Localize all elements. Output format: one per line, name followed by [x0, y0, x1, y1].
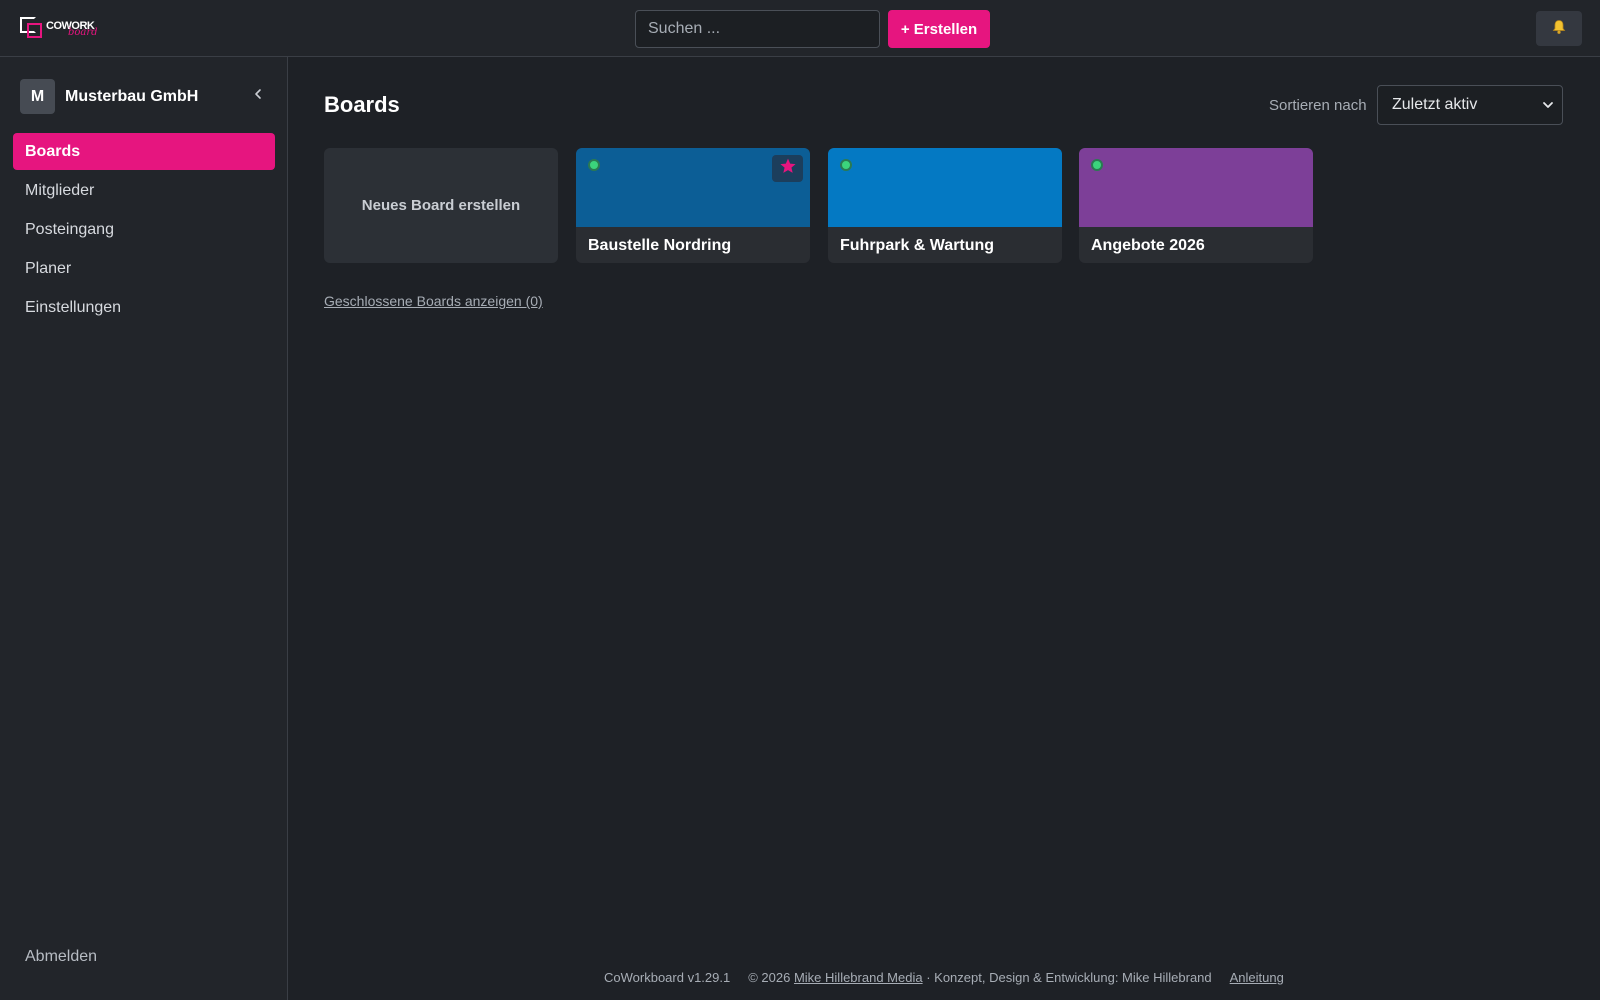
credit-text: · Konzept, Design & Entwicklung: Mike Hi…: [926, 970, 1212, 985]
sidebar-item-boards[interactable]: Boards: [13, 133, 275, 170]
create-button[interactable]: + Erstellen: [888, 10, 990, 48]
board-card[interactable]: Angebote 2026: [1079, 148, 1313, 263]
bell-icon: [1551, 19, 1567, 38]
sort-select[interactable]: Zuletzt aktiv: [1377, 85, 1563, 125]
status-dot-icon: [840, 159, 852, 171]
logo-script: board: [68, 27, 98, 38]
board-name: Fuhrpark & Wartung: [840, 237, 995, 254]
org-name: Musterbau GmbH: [65, 87, 199, 105]
app-version: CoWorkboard v1.29.1: [604, 970, 731, 985]
status-dot-icon: [1091, 159, 1103, 171]
board-cover: [828, 148, 1062, 227]
closed-boards-link[interactable]: Geschlossene Boards anzeigen (0): [324, 293, 543, 309]
star-button[interactable]: [772, 155, 803, 182]
company-link[interactable]: Mike Hillebrand Media: [794, 970, 923, 985]
sidebar: M Musterbau GmbH Boards Mitglieder Poste…: [0, 57, 288, 1000]
sidebar-item-einstellungen[interactable]: Einstellungen: [13, 289, 275, 326]
search-input[interactable]: [635, 10, 880, 48]
board-cover: [1079, 148, 1313, 227]
sort-selected-value: Zuletzt aktiv: [1392, 96, 1478, 113]
sidebar-item-posteingang[interactable]: Posteingang: [13, 211, 275, 248]
board-name: Baustelle Nordring: [588, 237, 732, 254]
collapse-sidebar-button[interactable]: [247, 85, 269, 107]
sidebar-item-mitglieder[interactable]: Mitglieder: [13, 172, 275, 209]
board-name: Angebote 2026: [1091, 237, 1205, 254]
app-logo[interactable]: COWORK board: [20, 16, 98, 40]
guide-link[interactable]: Anleitung: [1230, 970, 1284, 985]
chevron-down-icon: [1542, 98, 1554, 116]
board-card[interactable]: Baustelle Nordring: [576, 148, 810, 263]
status-dot-icon: [588, 159, 600, 171]
sort-label: Sortieren nach: [1269, 97, 1367, 114]
chevron-left-icon: [253, 87, 263, 105]
star-icon: [779, 157, 797, 180]
sidebar-nav: Boards Mitglieder Posteingang Planer Ein…: [13, 133, 275, 328]
sidebar-item-planer[interactable]: Planer: [13, 250, 275, 287]
logout-link[interactable]: Abmelden: [25, 948, 97, 966]
page-title: Boards: [324, 92, 400, 117]
logo-mark-icon: [20, 17, 44, 39]
org-avatar: M: [20, 79, 55, 114]
top-bar: COWORK board + Erstellen: [0, 0, 1600, 57]
notifications-button[interactable]: [1536, 11, 1582, 46]
new-board-card[interactable]: Neues Board erstellen: [324, 148, 558, 263]
organization-header[interactable]: M Musterbau GmbH: [20, 79, 275, 114]
board-card[interactable]: Fuhrpark & Wartung: [828, 148, 1062, 263]
footer: CoWorkboard v1.29.1 © 2026 Mike Hillebra…: [604, 970, 1284, 985]
copyright-text: © 2026: [748, 970, 791, 985]
